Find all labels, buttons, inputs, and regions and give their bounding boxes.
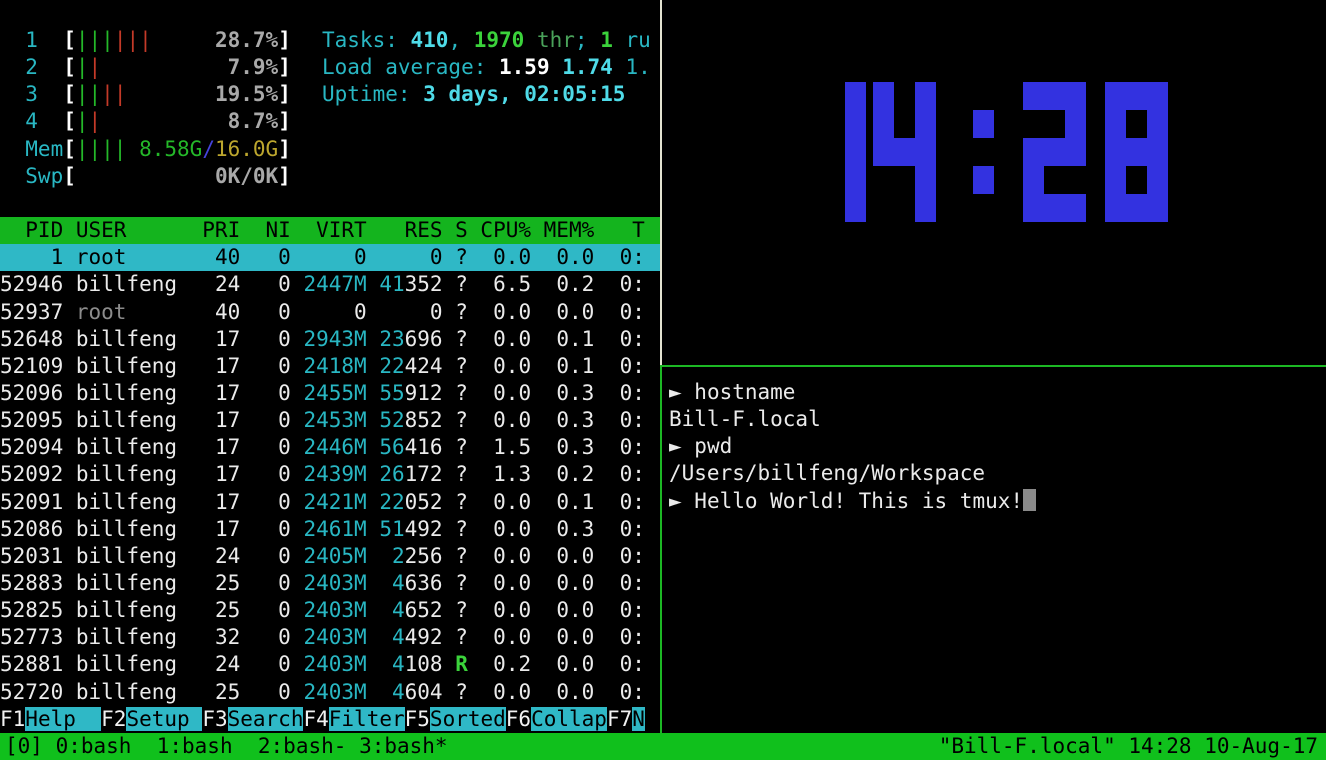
swap-meter: Swp[ 0K/0K] [0,163,291,190]
process-row[interactable]: 52720 billfeng 25 0 2403M 4604 ? 0.0 0.0… [0,679,660,706]
fkey-number: F5 [405,707,430,731]
shell-command-line: ► Hello World! This is tmux! [669,488,1036,515]
tmux-window-3[interactable]: 3:bash* [359,734,448,758]
fkey-f1[interactable]: F1Help [0,706,101,733]
htop-table-header[interactable]: PID USER PRI NI VIRT RES S CPU% MEM% T [0,217,660,244]
fkey-number: F2 [101,707,126,731]
htop-meters: 1 [|||||| 28.7%] 2 [|| 7.9%] 3 [|||| 19.… [0,27,291,190]
shell-output: ► hostnameBill-F.local► pwd/Users/billfe… [669,379,1036,515]
process-row[interactable]: 52094 billfeng 17 0 2446M 56416 ? 1.5 0.… [0,434,660,461]
fkey-number: F4 [303,707,328,731]
process-row[interactable]: 52881 billfeng 24 0 2403M 4108 R 0.2 0.0… [0,651,660,678]
uptime-line: Uptime: 3 days, 02:05:15 [322,81,651,108]
shell-command-line: ► hostname [669,379,1036,406]
process-row[interactable]: 52109 billfeng 17 0 2418M 22424 ? 0.0 0.… [0,353,660,380]
cpu-meter: 1 [|||||| 28.7%] [0,27,291,54]
cpu-meter: 3 [|||| 19.5%] [0,81,291,108]
tmux-screen: { "colors": { "accent_cyan": "#29b7c3", … [0,0,1326,760]
process-row[interactable]: 52946 billfeng 24 0 2447M 41352 ? 6.5 0.… [0,271,660,298]
tmux-status-bar: [0] 0:bash 1:bash 2:bash- 3:bash* "Bill-… [0,733,1326,760]
fkey-number: F6 [506,707,531,731]
tmux-window-0[interactable]: 0:bash [56,734,132,758]
fkey-f3[interactable]: F3Search [202,706,303,733]
cpu-meter: 4 [|| 8.7%] [0,108,291,135]
shell-command-line: ► pwd [669,433,1036,460]
process-row[interactable]: 1 root 40 0 0 0 ? 0.0 0.0 0: [0,244,660,271]
fkey-number: F3 [202,707,227,731]
memory-meter: Mem[|||| 8.58G/16.0G] [0,136,291,163]
fkey-number: F7 [607,707,632,731]
fkey-label: Help [25,707,101,731]
tmux-status-right: "Bill-F.local" 14:28 10-Aug-17 [939,733,1326,760]
fkey-f5[interactable]: F5Sorted [405,706,506,733]
fkey-f7[interactable]: F7N [607,706,645,733]
process-row[interactable]: 52773 billfeng 32 0 2403M 4492 ? 0.0 0.0… [0,624,660,651]
process-row[interactable]: 52883 billfeng 25 0 2403M 4636 ? 0.0 0.0… [0,570,660,597]
process-row[interactable]: 52096 billfeng 17 0 2455M 55912 ? 0.0 0.… [0,380,660,407]
pane-border-horizontal-active[interactable] [662,365,1326,367]
prompt-arrow-icon: ► [669,434,694,458]
process-row[interactable]: 52031 billfeng 24 0 2405M 2256 ? 0.0 0.0… [0,543,660,570]
pane-border-vertical[interactable] [660,0,662,365]
process-row[interactable]: 52086 billfeng 17 0 2461M 51492 ? 0.0 0.… [0,516,660,543]
prompt-arrow-icon: ► [669,380,694,404]
fkey-f2[interactable]: F2Setup [101,706,202,733]
process-row[interactable]: 52092 billfeng 17 0 2439M 26172 ? 1.3 0.… [0,461,660,488]
shell-output-line: /Users/billfeng/Workspace [669,460,1036,487]
htop-function-key-bar: F1Help F2Setup F3SearchF4FilterF5SortedF… [0,706,645,733]
shell-output-line: Bill-F.local [669,406,1036,433]
fkey-number: F1 [0,707,25,731]
fkey-label: Collap [531,707,607,731]
fkey-label: N [632,707,645,731]
tmux-window-list: [0] 0:bash 1:bash 2:bash- 3:bash* [0,733,448,760]
cpu-meter: 2 [|| 7.9%] [0,54,291,81]
process-row[interactable]: 52648 billfeng 17 0 2943M 23696 ? 0.0 0.… [0,326,660,353]
htop-pane[interactable]: 1 [|||||| 28.7%] 2 [|| 7.9%] 3 [|||| 19.… [0,0,660,733]
tmux-window-1[interactable]: 1:bash [157,734,233,758]
prompt-arrow-icon: ► [669,489,694,513]
tmux-session-name: [0] [5,734,56,758]
process-row[interactable]: 52937 root 40 0 0 0 ? 0.0 0.0 0: [0,299,660,326]
process-row[interactable]: 52095 billfeng 17 0 2453M 52852 ? 0.0 0.… [0,407,660,434]
process-row[interactable]: 52091 billfeng 17 0 2421M 22052 ? 0.0 0.… [0,489,660,516]
fkey-label: Search [228,707,304,731]
fkey-label: Setup [126,707,202,731]
htop-summary: Tasks: 410, 1970 thr; 1 ruLoad average: … [322,27,651,108]
load-average-line: Load average: 1.59 1.74 1. [322,54,651,81]
fkey-label: Sorted [430,707,506,731]
fkey-label: Filter [329,707,405,731]
tmux-window-2[interactable]: 2:bash- [258,734,347,758]
process-row[interactable]: 52825 billfeng 25 0 2403M 4652 ? 0.0 0.0… [0,597,660,624]
fkey-f4[interactable]: F4Filter [303,706,404,733]
fkey-f6[interactable]: F6Collap [506,706,607,733]
terminal-cursor [1023,489,1036,511]
htop-process-list: 1 root 40 0 0 0 ? 0.0 0.0 0:52946 billfe… [0,244,660,705]
pane-border-vertical-active[interactable] [660,365,662,733]
tasks-line: Tasks: 410, 1970 thr; 1 ru [322,27,651,54]
